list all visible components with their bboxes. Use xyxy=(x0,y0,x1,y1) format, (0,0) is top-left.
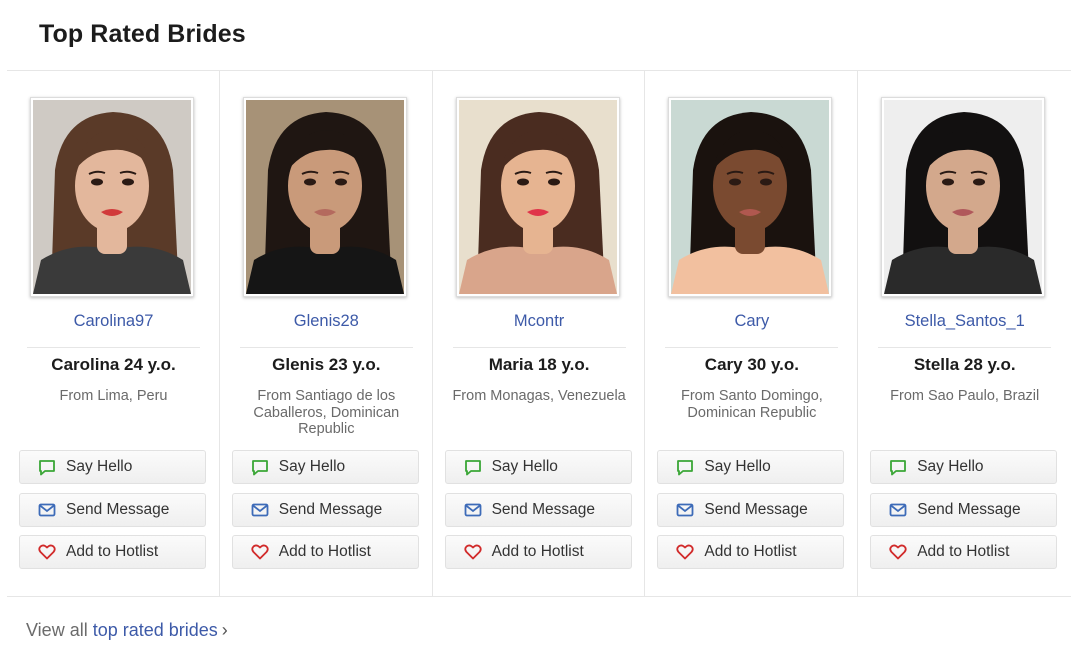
add-to-hotlist-label: Add to Hotlist xyxy=(704,543,797,560)
heart-icon xyxy=(675,543,695,561)
say-hello-button[interactable]: Say Hello xyxy=(19,450,206,484)
username-link[interactable]: Stella_Santos_1 xyxy=(858,312,1071,331)
bride-card: Stella_Santos_1 Stella 28 y.o. From Sao … xyxy=(858,71,1071,596)
send-message-button[interactable]: Send Message xyxy=(444,493,632,527)
add-to-hotlist-label: Add to Hotlist xyxy=(278,543,371,560)
send-message-label: Send Message xyxy=(66,501,170,518)
chat-bubble-icon xyxy=(463,458,483,476)
portrait-image xyxy=(33,100,191,294)
say-hello-button[interactable]: Say Hello xyxy=(231,450,419,484)
portrait-image xyxy=(458,100,617,294)
heart-icon xyxy=(250,543,270,561)
send-message-button[interactable]: Send Message xyxy=(19,493,206,527)
username-link[interactable]: Glenis28 xyxy=(220,312,433,331)
profile-photo[interactable] xyxy=(242,97,407,297)
portrait-image xyxy=(245,100,404,294)
envelope-icon xyxy=(250,501,270,519)
envelope-icon xyxy=(675,501,695,519)
say-hello-label: Say Hello xyxy=(278,458,346,475)
divider xyxy=(7,596,1071,597)
heart-icon xyxy=(463,543,483,561)
chat-bubble-icon xyxy=(250,458,270,476)
location-text: From Santiago de los Caballeros, Dominic… xyxy=(253,388,400,437)
send-message-label: Send Message xyxy=(917,501,1021,518)
name-age: Glenis 23 y.o. xyxy=(272,355,381,374)
portrait-image xyxy=(884,100,1043,294)
divider xyxy=(239,347,413,348)
chevron-right-icon[interactable]: › xyxy=(222,620,228,640)
add-to-hotlist-label: Add to Hotlist xyxy=(491,543,584,560)
add-to-hotlist-button[interactable]: Add to Hotlist xyxy=(231,535,419,569)
bride-card: Mcontr Maria 18 y.o. From Monagas, Venez… xyxy=(433,71,646,596)
envelope-icon xyxy=(37,501,57,519)
location-text: From Sao Paulo, Brazil xyxy=(890,388,1040,404)
send-message-label: Send Message xyxy=(704,501,808,518)
section-title: Top Rated Brides xyxy=(39,20,246,48)
username-link[interactable]: Carolina97 xyxy=(7,312,220,331)
chat-bubble-icon xyxy=(888,458,908,476)
bride-card: Glenis28 Glenis 23 y.o. From Santiago de… xyxy=(220,71,433,596)
name-age: Maria 18 y.o. xyxy=(488,355,590,374)
say-hello-button[interactable]: Say Hello xyxy=(870,450,1058,484)
send-message-label: Send Message xyxy=(491,501,595,518)
view-all-row: View all top rated brides › xyxy=(26,620,228,641)
divider xyxy=(878,347,1052,348)
name-age: Stella 28 y.o. xyxy=(913,355,1016,374)
add-to-hotlist-button[interactable]: Add to Hotlist xyxy=(19,535,206,569)
username-link[interactable]: Cary xyxy=(645,312,858,331)
divider xyxy=(452,347,626,348)
say-hello-label: Say Hello xyxy=(491,458,558,475)
say-hello-label: Say Hello xyxy=(66,458,133,475)
heart-icon xyxy=(888,543,908,561)
chat-bubble-icon xyxy=(675,458,695,476)
add-to-hotlist-label: Add to Hotlist xyxy=(917,543,1010,560)
envelope-icon xyxy=(888,501,908,519)
location-text: From Monagas, Venezuela xyxy=(452,388,626,404)
chat-bubble-icon xyxy=(37,458,57,476)
send-message-button[interactable]: Send Message xyxy=(870,493,1058,527)
add-to-hotlist-button[interactable]: Add to Hotlist xyxy=(870,535,1058,569)
envelope-icon xyxy=(463,501,483,519)
view-all-link[interactable]: top rated brides xyxy=(93,620,218,640)
profile-photo[interactable] xyxy=(668,97,833,297)
profile-photo[interactable] xyxy=(881,97,1046,297)
add-to-hotlist-button[interactable]: Add to Hotlist xyxy=(657,535,845,569)
say-hello-label: Say Hello xyxy=(704,458,771,475)
profile-photo[interactable] xyxy=(30,97,194,297)
portrait-image xyxy=(671,100,830,294)
add-to-hotlist-button[interactable]: Add to Hotlist xyxy=(444,535,632,569)
divider xyxy=(27,347,200,348)
username-link[interactable]: Mcontr xyxy=(433,312,646,331)
send-message-label: Send Message xyxy=(278,501,383,518)
add-to-hotlist-label: Add to Hotlist xyxy=(66,543,159,560)
profile-photo[interactable] xyxy=(455,97,620,297)
send-message-button[interactable]: Send Message xyxy=(657,493,845,527)
say-hello-button[interactable]: Say Hello xyxy=(657,450,845,484)
location-text: From Lima, Peru xyxy=(59,388,168,404)
bride-card: Cary Cary 30 y.o. From Santo Domingo, Do… xyxy=(645,71,859,596)
view-all-prefix: View all xyxy=(26,620,88,640)
name-age: Cary 30 y.o. xyxy=(704,355,799,374)
send-message-button[interactable]: Send Message xyxy=(231,493,419,527)
say-hello-label: Say Hello xyxy=(917,458,984,475)
heart-icon xyxy=(37,543,57,561)
say-hello-button[interactable]: Say Hello xyxy=(444,450,632,484)
bride-card: Carolina97 Carolina 24 y.o. From Lima, P… xyxy=(7,71,220,596)
location-text: From Santo Domingo, Dominican Republic xyxy=(680,388,823,421)
bride-cards: Carolina97 Carolina 24 y.o. From Lima, P… xyxy=(7,71,1071,596)
divider xyxy=(665,347,839,348)
name-age: Carolina 24 y.o. xyxy=(51,355,176,374)
